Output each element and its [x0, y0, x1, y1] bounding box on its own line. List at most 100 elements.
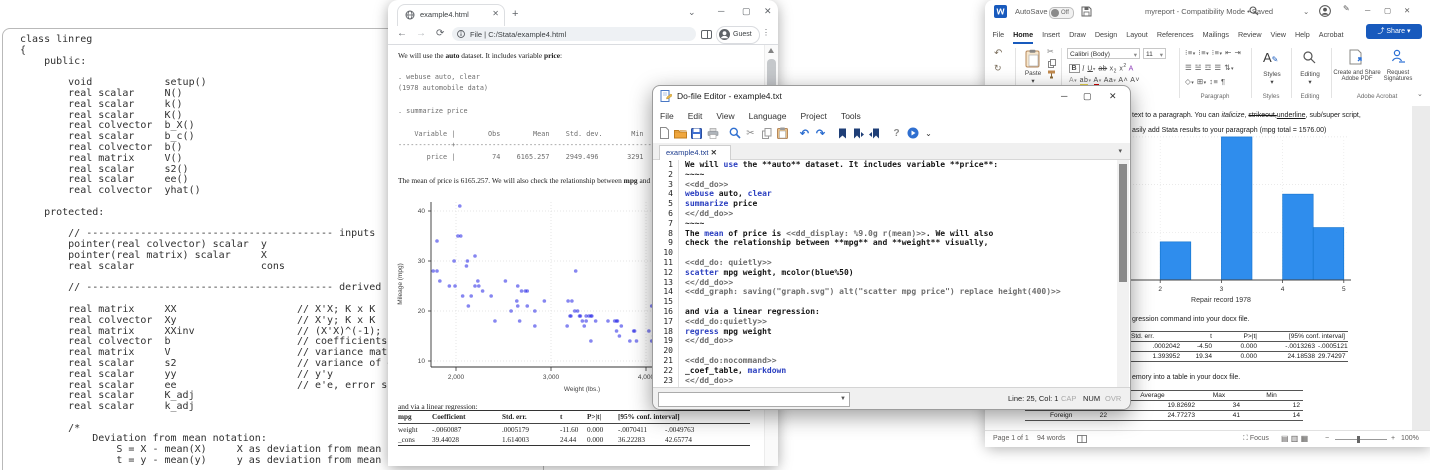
- menu-edit[interactable]: Edit: [688, 111, 703, 121]
- redo-icon[interactable]: ↻: [994, 63, 1002, 74]
- bookmark-toggle-icon[interactable]: [836, 127, 849, 140]
- browser-tab[interactable]: example4.html ✕: [397, 4, 505, 26]
- ribbon-tab-help[interactable]: Help: [1295, 30, 1310, 42]
- tab-close-icon[interactable]: ✕: [492, 9, 499, 18]
- tab-list-icon[interactable]: ▾: [1118, 147, 1122, 155]
- word-close-button[interactable]: ✕: [1404, 6, 1410, 15]
- ribbon-tab-file[interactable]: File: [993, 30, 1005, 42]
- pen-icon[interactable]: ✎: [1343, 4, 1350, 13]
- browser-maximize-button[interactable]: ▢: [742, 6, 751, 17]
- paste-icon[interactable]: [776, 127, 789, 140]
- zoom-level[interactable]: 100%: [1401, 435, 1419, 442]
- ribbon-tab-view[interactable]: View: [1271, 30, 1286, 42]
- cut-icon[interactable]: ✂: [744, 127, 757, 140]
- forward-icon[interactable]: →: [416, 28, 426, 39]
- styles-icon[interactable]: A✎: [1263, 50, 1278, 65]
- menu-language[interactable]: Language: [749, 111, 787, 121]
- ribbon-tab-home[interactable]: Home: [1013, 30, 1033, 44]
- editor-scrollbar[interactable]: [1117, 160, 1129, 387]
- bookmark-next-icon[interactable]: [852, 127, 865, 140]
- bookmark-prev-icon[interactable]: [868, 127, 881, 140]
- print-icon[interactable]: [706, 127, 719, 140]
- word-maximize-button[interactable]: ▢: [1384, 6, 1391, 15]
- font-size-select[interactable]: 11▾: [1143, 48, 1166, 59]
- toolbar-more-icon[interactable]: ⌄: [922, 127, 935, 140]
- menu-file[interactable]: File: [660, 111, 674, 121]
- zoom-in-icon[interactable]: +: [1391, 435, 1395, 442]
- editor-minimize-button[interactable]: ─: [1061, 91, 1067, 101]
- title-dropdown-icon[interactable]: ⌄: [1303, 7, 1309, 16]
- ribbon-tab-draw[interactable]: Draw: [1069, 30, 1086, 42]
- address-bar[interactable]: File | C:/Stata/example4.html: [452, 27, 696, 41]
- ribbon-tab-mailings[interactable]: Mailings: [1203, 30, 1229, 42]
- menu-project[interactable]: Project: [800, 111, 826, 121]
- share-button[interactable]: ⤴ Share ▾: [1366, 24, 1422, 39]
- editor-combo[interactable]: ▼: [658, 392, 850, 407]
- find-icon[interactable]: [728, 127, 741, 140]
- proofing-icon[interactable]: [1077, 435, 1087, 444]
- save-file-icon[interactable]: [690, 127, 703, 140]
- copy-icon[interactable]: [1048, 59, 1056, 68]
- styles-label[interactable]: Styles▾: [1257, 71, 1287, 86]
- ribbon-tab-insert[interactable]: Insert: [1042, 30, 1060, 42]
- editor-maximize-button[interactable]: ▢: [1083, 91, 1092, 102]
- profile-button[interactable]: Guest: [716, 26, 760, 44]
- word-minimize-button[interactable]: ─: [1365, 6, 1370, 15]
- align-buttons[interactable]: ☰ ☱ ☲ ☰ ⇅▾: [1185, 63, 1234, 72]
- signature-icon[interactable]: [1391, 49, 1406, 64]
- help-icon[interactable]: ?: [890, 127, 903, 140]
- ribbon-tab-acrobat[interactable]: Acrobat: [1319, 30, 1344, 42]
- adobe-pdf-icon[interactable]: [1349, 49, 1363, 65]
- tab-search-icon[interactable]: ⌄: [688, 7, 696, 18]
- collapse-ribbon-icon[interactable]: ⌄: [1417, 90, 1423, 98]
- paste-icon[interactable]: [1025, 49, 1040, 68]
- zoom-knob[interactable]: [1357, 436, 1360, 443]
- focus-button[interactable]: ⛶ Focus: [1243, 435, 1269, 443]
- undo-icon[interactable]: ↶: [994, 48, 1002, 59]
- font-style-buttons[interactable]: B I U▾ ab x2 x2 A: [1069, 63, 1134, 75]
- reload-icon[interactable]: ⟳: [436, 28, 444, 39]
- format-painter-icon[interactable]: [1047, 70, 1056, 79]
- split-screen-icon[interactable]: [701, 29, 712, 40]
- ribbon-tab-layout[interactable]: Layout: [1126, 30, 1148, 42]
- zoom-out-icon[interactable]: −: [1325, 435, 1329, 442]
- autosave-toggle[interactable]: Off: [1049, 7, 1074, 19]
- ribbon-tab-review[interactable]: Review: [1238, 30, 1262, 42]
- copy-icon[interactable]: [760, 127, 773, 140]
- editing-icon[interactable]: [1303, 51, 1316, 64]
- open-file-icon[interactable]: [674, 127, 687, 140]
- list-buttons[interactable]: ⁝≡▾ ⁝≡▾ ⁝≡▾ ⇤ ⇥: [1185, 48, 1241, 57]
- menu-view[interactable]: View: [716, 111, 734, 121]
- menu-tools[interactable]: Tools: [841, 111, 861, 121]
- font-color-buttons[interactable]: A▾ ab▾ A▾ Aa▾ A˄ A˅: [1069, 77, 1140, 84]
- execute-do-icon[interactable]: [906, 127, 919, 140]
- editing-label[interactable]: Editing▾: [1295, 71, 1325, 86]
- redo-icon[interactable]: ↷: [814, 127, 827, 140]
- editor-scrollbar-thumb[interactable]: [1119, 164, 1127, 282]
- browser-close-button[interactable]: ✕: [764, 6, 772, 17]
- editor-body[interactable]: 1We will use the **auto** dataset. It in…: [653, 160, 1128, 387]
- view-buttons[interactable]: ▤ ▥ ▦: [1281, 434, 1308, 443]
- shading-buttons[interactable]: ◇▾ ⊞▾ ↕≡ ¶: [1185, 77, 1226, 86]
- signature-label[interactable]: RequestSignatures: [1375, 70, 1421, 82]
- word-count[interactable]: 94 words: [1037, 435, 1065, 442]
- new-tab-button[interactable]: +: [512, 8, 518, 20]
- ribbon-tab-design[interactable]: Design: [1095, 30, 1117, 42]
- browser-minimize-button[interactable]: ─: [718, 6, 724, 16]
- back-icon[interactable]: ←: [397, 28, 407, 39]
- editor-close-button[interactable]: ✕: [1109, 91, 1117, 102]
- save-icon[interactable]: [1081, 6, 1092, 17]
- page-indicator[interactable]: Page 1 of 1: [993, 435, 1029, 442]
- browser-menu-icon[interactable]: ⋮: [762, 28, 770, 37]
- zoom-slider[interactable]: [1335, 439, 1387, 440]
- font-name-select[interactable]: Calibri (Body)▾: [1067, 48, 1140, 59]
- paste-label[interactable]: Paste▾: [1023, 70, 1043, 85]
- undo-icon[interactable]: ↶: [798, 127, 811, 140]
- editor-tab[interactable]: example4.txt ✕: [659, 145, 731, 160]
- account-icon[interactable]: [1319, 5, 1331, 17]
- cut-icon[interactable]: ✂: [1047, 47, 1054, 56]
- scroll-up-icon[interactable]: [768, 48, 774, 53]
- adobe-pdf-label[interactable]: Create and ShareAdobe PDF: [1333, 70, 1381, 82]
- ribbon-tab-references[interactable]: References: [1157, 30, 1194, 42]
- new-file-icon[interactable]: [658, 127, 671, 140]
